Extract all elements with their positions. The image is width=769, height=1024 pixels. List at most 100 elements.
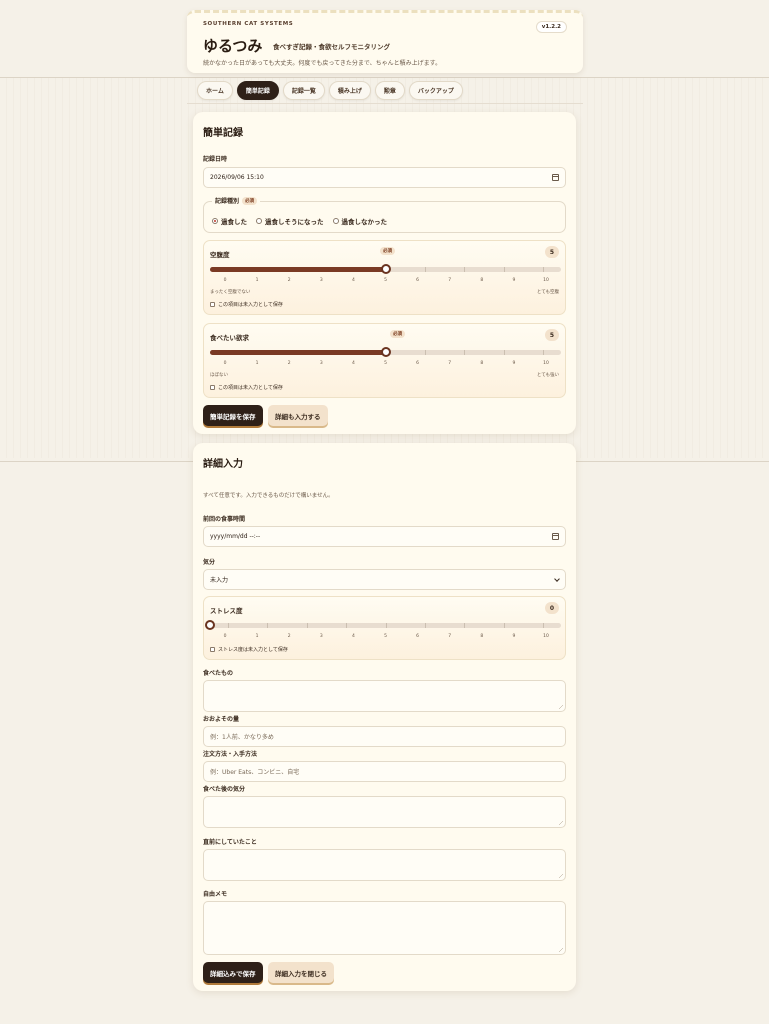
tick-label: 5 [384,278,387,283]
stress-label: ストレス度 [210,607,243,615]
calendar-icon[interactable] [552,174,559,181]
save-detail-button[interactable]: 詳細込みで保存 [203,962,263,983]
detail-title: 詳細入力 [203,459,243,470]
slider-tick-mark [543,267,544,272]
required-badge: 必須 [390,330,405,338]
slider-thumb[interactable] [205,620,215,630]
stress-slider[interactable] [205,620,561,630]
tick-label: 0 [223,361,227,366]
tick-label: 5 [384,634,387,639]
radio-did-not-overeat[interactable]: 過食しなかった [332,216,387,226]
tick-label: 10 [543,278,549,283]
required-badge: 必須 [242,196,258,205]
craving-value-badge: 5 [545,329,559,341]
hunger-label: 空腹度 [210,251,230,259]
checkbox-box[interactable] [210,385,215,390]
tick-label: 9 [512,278,516,283]
chevron-down-icon [554,576,560,582]
tick-label: 5 [384,361,387,366]
food-textarea[interactable] [203,680,566,712]
slider-tick-mark [543,350,544,355]
hunger-slider[interactable] [210,264,561,274]
slider-thumb[interactable] [380,347,391,357]
radio-dot[interactable] [332,218,339,224]
radio-overate[interactable]: 過食した [212,216,247,226]
version-badge: v1.2.2 [535,21,567,33]
app-title: ゆるつみ [203,37,263,55]
checkbox-box[interactable] [210,302,215,307]
radio-dot[interactable] [212,218,218,224]
radio-label: 過食しそうになった [265,218,324,226]
slider-tick-mark [228,623,229,628]
slider-fill [210,267,386,272]
save-quick-record-button[interactable]: 簡単記録を保存 [203,405,263,426]
hunger-tick-labels: 0 1 2 3 4 5 6 7 8 9 10 [210,278,561,286]
scale-low-label: まったく空腹でない [210,290,251,295]
craving-scale-ends: ほぼない とても強い [210,372,559,378]
tick-label: 8 [480,634,484,639]
slider-tick-mark [503,267,505,272]
memo-label: 自由メモ [203,891,228,898]
mood-select[interactable]: 未入力 [203,569,566,590]
tab-record-list[interactable]: 記録一覧 [282,81,325,100]
before-textarea[interactable] [203,849,566,881]
quick-record-card: 簡単記録 記録日時 2026/09/06 15:10 記録種別 必須 過食した … [193,112,576,434]
craving-panel: 食べたい欲求 必須 5 0 1 2 3 4 5 6 7 8 9 10 ほぼない とても強い この項目… [203,323,566,398]
craving-slider[interactable] [210,347,561,357]
hunger-panel: 空腹度 必須 5 0 1 2 3 4 5 6 7 8 9 10 まったく空腹でない とても空腹 この… [203,240,566,315]
detail-card: 詳細入力 すべて任意です。入力できるものだけで構いません。 前回の食事時間 yy… [193,443,576,991]
slider-tick-mark [503,350,505,355]
tick-label: 10 [543,361,549,366]
slider-tick-mark [306,623,308,628]
datetime-label: 記録日時 [203,156,228,163]
checkbox-label: この項目は未入力として保存 [218,302,283,308]
datetime-input[interactable]: 2026/09/06 15:10 [203,167,566,188]
checkbox-label: この項目は未入力として保存 [218,385,283,391]
checkbox-box[interactable] [210,647,215,652]
amount-input[interactable]: 例：1人前、かなり多め [203,726,566,747]
last-meal-label: 前回の食事時間 [203,516,246,523]
slider-fill [210,350,386,355]
tick-label: 1 [255,361,259,366]
tick-label: 3 [319,278,323,283]
slider-tick-mark [424,350,426,355]
stress-skip-checkbox[interactable]: ストレス度は未入力として保存 [210,646,288,653]
tab-backup[interactable]: バックアップ [408,81,463,100]
tagline: 続かなかった日があっても大丈夫。何度でも戻ってきた分まで、ちゃんと積み上げます。 [203,60,442,67]
open-detail-button[interactable]: 詳細も入力する [268,405,328,426]
craving-skip-checkbox[interactable]: この項目は未入力として保存 [210,384,283,391]
slider-tick-mark [424,267,426,272]
calendar-icon[interactable] [552,533,559,540]
hunger-skip-checkbox[interactable]: この項目は未入力として保存 [210,301,283,308]
after-feel-textarea[interactable] [203,796,566,828]
tab-home[interactable]: ホーム [197,81,233,100]
record-type-fieldset: 記録種別 必須 過食した 過食しそうになった 過食しなかった [203,196,566,233]
mood-value: 未入力 [210,577,229,584]
memo-textarea[interactable] [203,901,566,955]
hunger-scale-ends: まったく空腹でない とても空腹 [210,289,559,295]
slider-tick-mark [503,623,505,628]
slider-tick-mark [464,267,466,272]
last-meal-input[interactable]: yyyy/mm/dd --:-- [203,526,566,547]
radio-dot[interactable] [256,218,262,224]
scale-high-label: とても空腹 [536,290,559,295]
detail-note: すべて任意です。入力できるものだけで構いません。 [203,493,334,499]
app-header: SOUTHERN CAT SYSTEMS v1.2.2 ゆるつみ 食べすぎ記録・… [187,10,583,73]
tab-medals[interactable]: 勲章 [374,81,405,100]
close-detail-button[interactable]: 詳細入力を閉じる [268,962,334,983]
slider-tick-mark [464,350,466,355]
tick-label: 8 [480,361,484,366]
slider-thumb[interactable] [380,264,391,274]
radio-almost-overate[interactable]: 過食しそうになった [256,216,324,226]
after-feel-label: 食べた後の気分 [203,786,246,793]
checkbox-label: ストレス度は未入力として保存 [218,647,288,653]
tick-label: 0 [223,634,227,639]
tick-label: 6 [416,361,420,366]
tab-stack[interactable]: 積み上げ [328,81,371,100]
tab-quick-record[interactable]: 簡単記録 [236,81,279,100]
tick-label: 3 [319,361,323,366]
tick-label: 7 [448,278,452,283]
order-placeholder: 例：Uber Eats、コンビニ、自宅 [210,769,300,776]
tick-label: 1 [255,634,259,639]
order-input[interactable]: 例：Uber Eats、コンビニ、自宅 [203,761,566,782]
